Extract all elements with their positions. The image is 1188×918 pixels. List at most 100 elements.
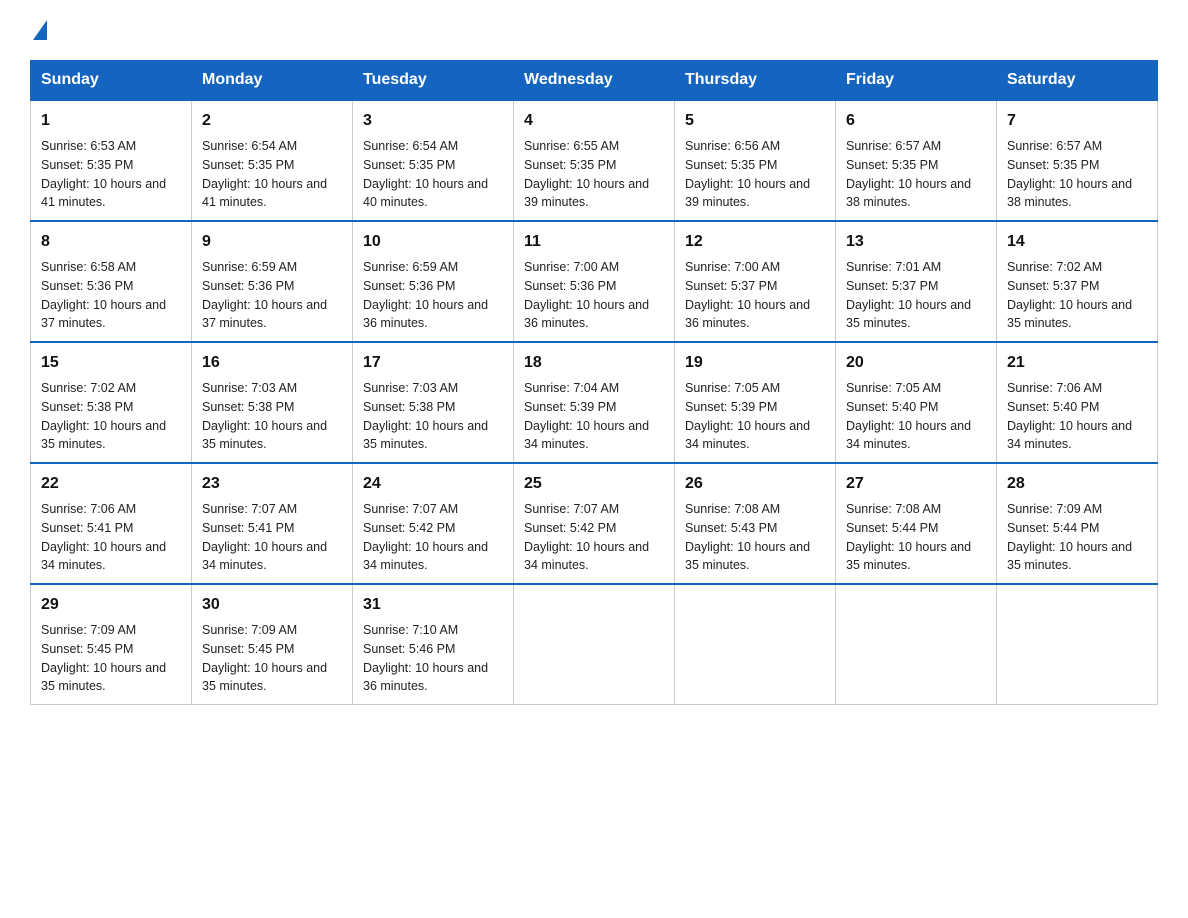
day-info: Sunrise: 7:07 AMSunset: 5:41 PMDaylight:… bbox=[202, 500, 342, 575]
calendar-header-wednesday: Wednesday bbox=[514, 61, 675, 101]
calendar-header-sunday: Sunday bbox=[31, 61, 192, 101]
day-info: Sunrise: 7:05 AMSunset: 5:39 PMDaylight:… bbox=[685, 379, 825, 454]
day-number: 29 bbox=[41, 593, 181, 617]
day-info: Sunrise: 7:10 AMSunset: 5:46 PMDaylight:… bbox=[363, 621, 503, 696]
logo-top bbox=[30, 20, 49, 40]
day-info: Sunrise: 6:56 AMSunset: 5:35 PMDaylight:… bbox=[685, 137, 825, 212]
day-info: Sunrise: 7:09 AMSunset: 5:45 PMDaylight:… bbox=[41, 621, 181, 696]
calendar-cell: 2 Sunrise: 6:54 AMSunset: 5:35 PMDaylight… bbox=[192, 100, 353, 221]
calendar-cell: 5 Sunrise: 6:56 AMSunset: 5:35 PMDaylight… bbox=[675, 100, 836, 221]
day-info: Sunrise: 7:00 AMSunset: 5:36 PMDaylight:… bbox=[524, 258, 664, 333]
calendar-cell: 17 Sunrise: 7:03 AMSunset: 5:38 PMDayligh… bbox=[353, 342, 514, 463]
calendar-cell: 8 Sunrise: 6:58 AMSunset: 5:36 PMDaylight… bbox=[31, 221, 192, 342]
day-number: 16 bbox=[202, 351, 342, 375]
calendar-week-row: 15 Sunrise: 7:02 AMSunset: 5:38 PMDayligh… bbox=[31, 342, 1158, 463]
day-info: Sunrise: 6:59 AMSunset: 5:36 PMDaylight:… bbox=[363, 258, 503, 333]
day-number: 12 bbox=[685, 230, 825, 254]
day-info: Sunrise: 7:07 AMSunset: 5:42 PMDaylight:… bbox=[363, 500, 503, 575]
day-info: Sunrise: 7:09 AMSunset: 5:45 PMDaylight:… bbox=[202, 621, 342, 696]
day-info: Sunrise: 7:02 AMSunset: 5:38 PMDaylight:… bbox=[41, 379, 181, 454]
calendar-cell: 23 Sunrise: 7:07 AMSunset: 5:41 PMDayligh… bbox=[192, 463, 353, 584]
day-number: 6 bbox=[846, 109, 986, 133]
calendar-header-friday: Friday bbox=[836, 61, 997, 101]
day-number: 7 bbox=[1007, 109, 1147, 133]
calendar-week-row: 1 Sunrise: 6:53 AMSunset: 5:35 PMDaylight… bbox=[31, 100, 1158, 221]
calendar-cell: 16 Sunrise: 7:03 AMSunset: 5:38 PMDayligh… bbox=[192, 342, 353, 463]
day-number: 10 bbox=[363, 230, 503, 254]
day-info: Sunrise: 7:05 AMSunset: 5:40 PMDaylight:… bbox=[846, 379, 986, 454]
day-info: Sunrise: 6:54 AMSunset: 5:35 PMDaylight:… bbox=[202, 137, 342, 212]
calendar-cell: 6 Sunrise: 6:57 AMSunset: 5:35 PMDaylight… bbox=[836, 100, 997, 221]
calendar-header-saturday: Saturday bbox=[997, 61, 1158, 101]
calendar-cell: 13 Sunrise: 7:01 AMSunset: 5:37 PMDayligh… bbox=[836, 221, 997, 342]
calendar-cell: 20 Sunrise: 7:05 AMSunset: 5:40 PMDayligh… bbox=[836, 342, 997, 463]
day-number: 2 bbox=[202, 109, 342, 133]
day-number: 26 bbox=[685, 472, 825, 496]
day-info: Sunrise: 6:58 AMSunset: 5:36 PMDaylight:… bbox=[41, 258, 181, 333]
page-header bbox=[30, 20, 1158, 40]
calendar-table: SundayMondayTuesdayWednesdayThursdayFrid… bbox=[30, 60, 1158, 705]
day-info: Sunrise: 7:04 AMSunset: 5:39 PMDaylight:… bbox=[524, 379, 664, 454]
calendar-cell: 29 Sunrise: 7:09 AMSunset: 5:45 PMDayligh… bbox=[31, 584, 192, 705]
calendar-cell: 22 Sunrise: 7:06 AMSunset: 5:41 PMDayligh… bbox=[31, 463, 192, 584]
calendar-cell: 1 Sunrise: 6:53 AMSunset: 5:35 PMDaylight… bbox=[31, 100, 192, 221]
day-info: Sunrise: 6:59 AMSunset: 5:36 PMDaylight:… bbox=[202, 258, 342, 333]
day-info: Sunrise: 7:06 AMSunset: 5:40 PMDaylight:… bbox=[1007, 379, 1147, 454]
day-info: Sunrise: 6:54 AMSunset: 5:35 PMDaylight:… bbox=[363, 137, 503, 212]
day-number: 19 bbox=[685, 351, 825, 375]
calendar-header-row: SundayMondayTuesdayWednesdayThursdayFrid… bbox=[31, 61, 1158, 101]
logo-triangle-icon bbox=[33, 20, 47, 40]
day-number: 23 bbox=[202, 472, 342, 496]
calendar-cell bbox=[997, 584, 1158, 705]
day-number: 17 bbox=[363, 351, 503, 375]
day-info: Sunrise: 7:03 AMSunset: 5:38 PMDaylight:… bbox=[363, 379, 503, 454]
calendar-cell: 24 Sunrise: 7:07 AMSunset: 5:42 PMDayligh… bbox=[353, 463, 514, 584]
day-number: 14 bbox=[1007, 230, 1147, 254]
calendar-week-row: 29 Sunrise: 7:09 AMSunset: 5:45 PMDayligh… bbox=[31, 584, 1158, 705]
calendar-header-thursday: Thursday bbox=[675, 61, 836, 101]
day-number: 8 bbox=[41, 230, 181, 254]
day-number: 21 bbox=[1007, 351, 1147, 375]
day-info: Sunrise: 7:09 AMSunset: 5:44 PMDaylight:… bbox=[1007, 500, 1147, 575]
calendar-cell: 14Sunrise: 7:02 AMSunset: 5:37 PMDayligh… bbox=[997, 221, 1158, 342]
calendar-cell: 25Sunrise: 7:07 AMSunset: 5:42 PMDayligh… bbox=[514, 463, 675, 584]
day-number: 28 bbox=[1007, 472, 1147, 496]
calendar-cell: 30 Sunrise: 7:09 AMSunset: 5:45 PMDayligh… bbox=[192, 584, 353, 705]
day-number: 31 bbox=[363, 593, 503, 617]
day-info: Sunrise: 6:55 AMSunset: 5:35 PMDaylight:… bbox=[524, 137, 664, 212]
calendar-cell bbox=[836, 584, 997, 705]
calendar-cell: 19 Sunrise: 7:05 AMSunset: 5:39 PMDayligh… bbox=[675, 342, 836, 463]
day-number: 15 bbox=[41, 351, 181, 375]
day-number: 1 bbox=[41, 109, 181, 133]
calendar-header-monday: Monday bbox=[192, 61, 353, 101]
day-info: Sunrise: 7:01 AMSunset: 5:37 PMDaylight:… bbox=[846, 258, 986, 333]
day-number: 5 bbox=[685, 109, 825, 133]
day-info: Sunrise: 7:06 AMSunset: 5:41 PMDaylight:… bbox=[41, 500, 181, 575]
day-number: 13 bbox=[846, 230, 986, 254]
day-info: Sunrise: 7:03 AMSunset: 5:38 PMDaylight:… bbox=[202, 379, 342, 454]
day-info: Sunrise: 6:53 AMSunset: 5:35 PMDaylight:… bbox=[41, 137, 181, 212]
calendar-cell: 9 Sunrise: 6:59 AMSunset: 5:36 PMDaylight… bbox=[192, 221, 353, 342]
day-number: 25 bbox=[524, 472, 664, 496]
calendar-cell: 11Sunrise: 7:00 AMSunset: 5:36 PMDayligh… bbox=[514, 221, 675, 342]
calendar-cell: 31 Sunrise: 7:10 AMSunset: 5:46 PMDayligh… bbox=[353, 584, 514, 705]
day-number: 30 bbox=[202, 593, 342, 617]
day-number: 9 bbox=[202, 230, 342, 254]
calendar-header-tuesday: Tuesday bbox=[353, 61, 514, 101]
day-number: 18 bbox=[524, 351, 664, 375]
day-info: Sunrise: 7:08 AMSunset: 5:43 PMDaylight:… bbox=[685, 500, 825, 575]
day-info: Sunrise: 6:57 AMSunset: 5:35 PMDaylight:… bbox=[1007, 137, 1147, 212]
day-number: 24 bbox=[363, 472, 503, 496]
calendar-cell: 7 Sunrise: 6:57 AMSunset: 5:35 PMDaylight… bbox=[997, 100, 1158, 221]
day-number: 4 bbox=[524, 109, 664, 133]
calendar-cell bbox=[514, 584, 675, 705]
day-info: Sunrise: 6:57 AMSunset: 5:35 PMDaylight:… bbox=[846, 137, 986, 212]
calendar-cell: 28 Sunrise: 7:09 AMSunset: 5:44 PMDayligh… bbox=[997, 463, 1158, 584]
calendar-cell: 3Sunrise: 6:54 AMSunset: 5:35 PMDaylight… bbox=[353, 100, 514, 221]
calendar-week-row: 8 Sunrise: 6:58 AMSunset: 5:36 PMDaylight… bbox=[31, 221, 1158, 342]
day-number: 27 bbox=[846, 472, 986, 496]
calendar-cell: 12Sunrise: 7:00 AMSunset: 5:37 PMDayligh… bbox=[675, 221, 836, 342]
day-info: Sunrise: 7:08 AMSunset: 5:44 PMDaylight:… bbox=[846, 500, 986, 575]
day-number: 20 bbox=[846, 351, 986, 375]
day-number: 22 bbox=[41, 472, 181, 496]
